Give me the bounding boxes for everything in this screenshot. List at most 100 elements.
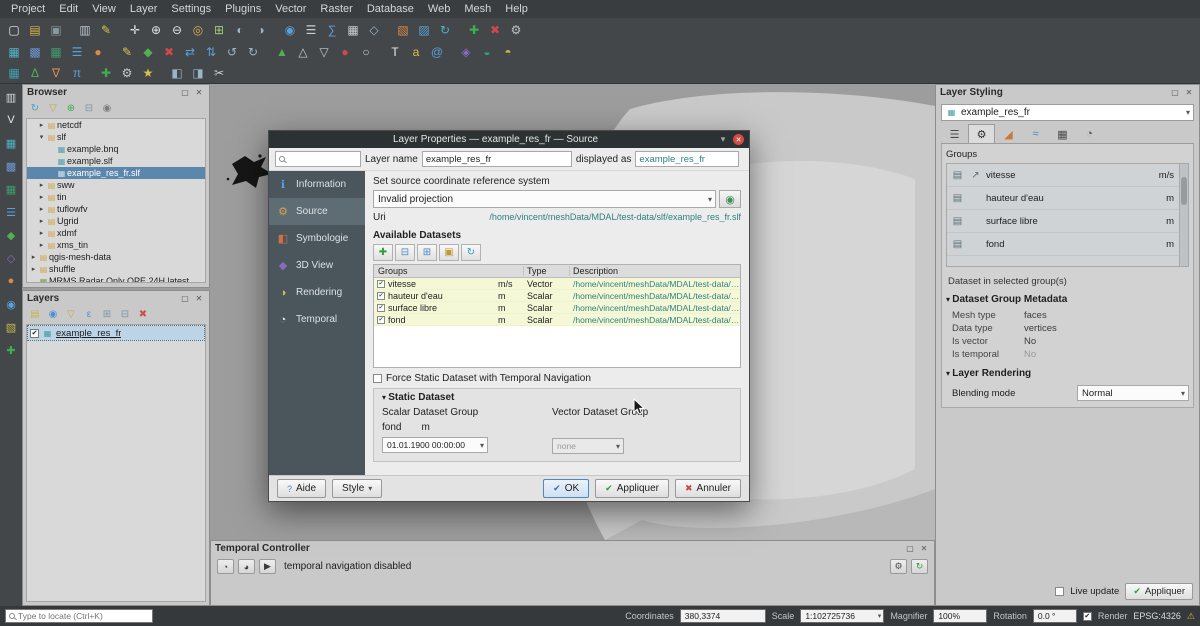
toolbar-icon[interactable]: ✚	[464, 21, 484, 39]
toolbar-icon[interactable]	[159, 64, 166, 82]
toolbar-icon[interactable]: ▦	[4, 64, 24, 82]
toolbar-icon[interactable]: ◉	[2, 296, 20, 312]
messages-icon[interactable]: ⚠	[1187, 611, 1195, 622]
layer-name-input[interactable]	[422, 151, 572, 167]
temporal-settings-button[interactable]: ⚙	[890, 559, 907, 574]
static-dataset-title[interactable]: Static Dataset	[382, 392, 732, 403]
toolbar-icon[interactable]: ◐	[230, 21, 250, 39]
toolbar-icon[interactable]: ▦	[4, 43, 24, 61]
toolbar-icon[interactable]: @	[427, 43, 447, 61]
expand-arrow-icon[interactable]: ▸	[29, 253, 38, 261]
blending-mode-combobox[interactable]: Normal	[1077, 385, 1189, 401]
browser-tree-item[interactable]: ▸ ▤ shuffle	[27, 263, 205, 275]
toolbar-icon[interactable]: ✛	[125, 21, 145, 39]
toolbar-icon[interactable]: ▥	[75, 21, 95, 39]
expand-arrow-icon[interactable]: ▸	[29, 265, 38, 273]
browser-tree-item[interactable]: ▦ MRMS Radar Only QPE 24H latest.grb2	[27, 275, 205, 283]
dataset-checkbox[interactable]: ✔	[377, 280, 385, 288]
scrollbar-thumb[interactable]	[1181, 177, 1187, 205]
toolbar-icon[interactable]: ●	[88, 43, 108, 61]
properties-sidebar-item[interactable]: ◆ 3D View	[269, 252, 365, 279]
toolbar-icon[interactable]: ⊞	[209, 21, 229, 39]
browser-tree-item[interactable]: ▸ ▤ tuflowfv	[27, 203, 205, 215]
toolbar-icon[interactable]: ◆	[2, 227, 20, 243]
toolbar-icon[interactable]: ◓	[498, 43, 518, 61]
styling-tab[interactable]: ☰	[941, 124, 968, 143]
close-icon[interactable]: ✕	[733, 134, 744, 145]
browser-tree-item[interactable]: ▸ ▤ xdmf	[27, 227, 205, 239]
toolbar-icon[interactable]: ↺	[222, 43, 242, 61]
menu-item[interactable]: Project	[4, 1, 52, 17]
menu-item[interactable]: Vector	[268, 1, 313, 17]
toolbar-icon[interactable]: Δ	[25, 64, 45, 82]
layers-toolbar-icon[interactable]: ◉	[45, 307, 61, 321]
live-update-checkbox[interactable]	[1055, 587, 1064, 596]
toolbar-icon[interactable]: ▧	[2, 319, 20, 335]
magnifier-field[interactable]: 100%	[933, 609, 987, 623]
toolbar-icon[interactable]	[385, 21, 392, 39]
expand-arrow-icon[interactable]: ▸	[37, 217, 46, 225]
temporal-mode-button[interactable]: ◔	[217, 559, 234, 574]
expand-arrow-icon[interactable]: ▸	[37, 121, 46, 129]
menu-item[interactable]: Database	[360, 1, 421, 17]
toolbar-icon[interactable]: ✎	[117, 43, 137, 61]
layer-visibility-checkbox[interactable]: ✔	[30, 329, 39, 338]
toolbar-icon[interactable]: △	[293, 43, 313, 61]
layers-toolbar-icon[interactable]: ⊞	[99, 307, 115, 321]
menu-item[interactable]: Help	[498, 1, 535, 17]
render-checkbox[interactable]: ✔	[1083, 612, 1092, 621]
layers-toolbar-icon[interactable]: ✖	[135, 307, 151, 321]
properties-sidebar-item[interactable]: ◧ Symbologie	[269, 225, 365, 252]
toolbar-icon[interactable]: ▩	[25, 43, 45, 61]
panel-window-button[interactable]: ▢	[179, 87, 191, 99]
toolbar-icon[interactable]: ▢	[4, 21, 24, 39]
scalar-toggle-icon[interactable]: ▤	[950, 193, 965, 204]
dataset-checkbox[interactable]: ✔	[377, 292, 385, 300]
menu-item[interactable]: View	[85, 1, 123, 17]
browser-toolbar-icon[interactable]: ▽	[45, 101, 61, 115]
menu-item[interactable]: Plugins	[218, 1, 268, 17]
toolbar-icon[interactable]: ▥	[2, 89, 20, 105]
menu-item[interactable]: Mesh	[457, 1, 498, 17]
expand-arrow-icon[interactable]: ▸	[37, 229, 46, 237]
menu-item[interactable]: Web	[421, 1, 457, 17]
toolbar-icon[interactable]: ▦	[343, 21, 363, 39]
menu-item[interactable]: Edit	[52, 1, 85, 17]
toolbar-icon[interactable]: ∑	[322, 21, 342, 39]
toolbar-icon[interactable]: ▨	[414, 21, 434, 39]
toolbar-icon[interactable]: ◨	[188, 64, 208, 82]
vector-dataset-combobox[interactable]: none	[552, 438, 624, 454]
toolbar-icon[interactable]: π	[67, 64, 87, 82]
browser-tree-item[interactable]: ▦ example.slf	[27, 155, 205, 167]
browser-tree-item[interactable]: ▦ example_res_fr.slf	[27, 167, 205, 179]
toolbar-icon[interactable]: ⚙	[506, 21, 526, 39]
toolbar-icon[interactable]: ✖	[485, 21, 505, 39]
column-header[interactable]: Groups	[374, 266, 524, 276]
dataset-group-row[interactable]: ▤ ↗ vitesse m/s	[947, 164, 1188, 187]
menu-item[interactable]: Raster	[313, 1, 359, 17]
metadata-section-header[interactable]: Dataset Group Metadata	[946, 294, 1189, 305]
layers-toolbar-icon[interactable]: ε	[81, 307, 97, 321]
browser-tree-item[interactable]: ▸ ▤ Ugrid	[27, 215, 205, 227]
properties-sidebar-item[interactable]: ◑ Rendering	[269, 279, 365, 306]
coordinates-field[interactable]: 380,3374	[680, 609, 766, 623]
panel-window-button[interactable]: ✕	[1183, 87, 1195, 99]
toolbar-icon[interactable]: ◧	[167, 64, 187, 82]
toolbar-icon[interactable]: ▣	[46, 21, 66, 39]
toolbar-icon[interactable]: ▦	[46, 43, 66, 61]
toolbar-icon[interactable]	[272, 21, 279, 39]
layers-toolbar-icon[interactable]: ⊟	[117, 307, 133, 321]
toolbar-icon[interactable]: ▧	[393, 21, 413, 39]
toolbar-icon[interactable]: ◆	[138, 43, 158, 61]
temporal-settings-button[interactable]: ↻	[911, 559, 928, 574]
style-button[interactable]: Style	[332, 479, 382, 498]
toolbar-icon[interactable]: ⊕	[146, 21, 166, 39]
toolbar-icon[interactable]: ★	[138, 64, 158, 82]
scale-combobox[interactable]: 1:102725736	[800, 609, 884, 623]
toolbar-icon[interactable]: ⊖	[167, 21, 187, 39]
panel-window-button[interactable]: ▢	[1169, 87, 1181, 99]
toolbar-icon[interactable]: ◇	[2, 250, 20, 266]
menu-item[interactable]: Settings	[164, 1, 218, 17]
toolbar-icon[interactable]: ◇	[364, 21, 384, 39]
toolbar-icon[interactable]: a	[406, 43, 426, 61]
